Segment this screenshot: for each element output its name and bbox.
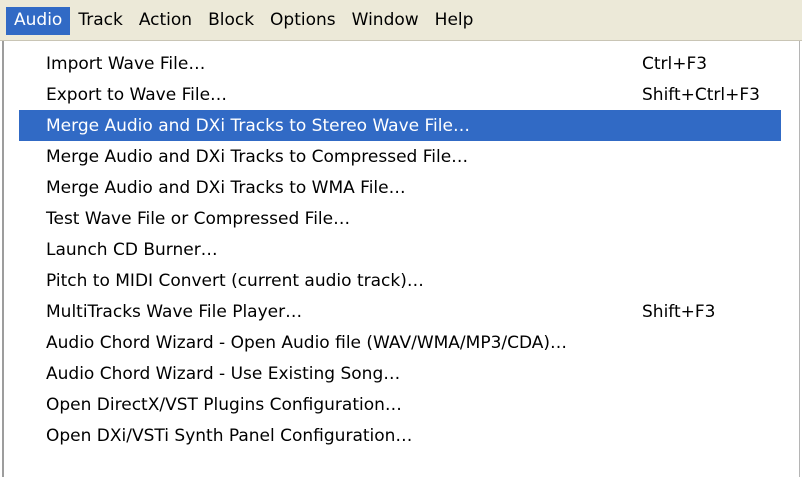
menu-item-label: Audio Chord Wizard - Use Existing Song… (46, 363, 401, 384)
menu-action[interactable]: Action (131, 7, 200, 35)
menu-item-audio-chord-wizard-open[interactable]: Audio Chord Wizard - Open Audio file (WA… (4, 327, 799, 358)
menu-item-dxi-vsti-synth-config[interactable]: Open DXi/VSTi Synth Panel Configuration… (4, 420, 799, 451)
menu-window[interactable]: Window (344, 7, 427, 35)
menu-item-import-wave-file[interactable]: Import Wave File… Ctrl+F3 (4, 48, 799, 79)
menu-track[interactable]: Track (70, 7, 130, 35)
menu-item-label: Export to Wave File… (46, 84, 228, 105)
menu-block[interactable]: Block (200, 7, 262, 35)
menu-item-merge-stereo-wave[interactable]: Merge Audio and DXi Tracks to Stereo Wav… (19, 110, 781, 141)
menu-item-shortcut: Ctrl+F3 (642, 53, 708, 74)
menu-item-multitracks-player[interactable]: MultiTracks Wave File Player… Shift+F3 (4, 296, 799, 327)
menu-item-label: MultiTracks Wave File Player… (46, 301, 303, 322)
menu-item-shortcut: Shift+F3 (642, 301, 716, 322)
menu-item-launch-cd-burner[interactable]: Launch CD Burner… (4, 234, 799, 265)
menu-item-label: Open DXi/VSTi Synth Panel Configuration… (46, 425, 413, 446)
menu-item-directx-vst-config[interactable]: Open DirectX/VST Plugins Configuration… (4, 389, 799, 420)
menu-item-label: Import Wave File… (46, 53, 206, 74)
menu-item-shortcut: Shift+Ctrl+F3 (642, 84, 760, 105)
menu-options[interactable]: Options (262, 7, 344, 35)
menu-help[interactable]: Help (427, 7, 482, 35)
menu-item-audio-chord-wizard-existing[interactable]: Audio Chord Wizard - Use Existing Song… (4, 358, 799, 389)
menu-item-label: Launch CD Burner… (46, 239, 218, 260)
menu-bar: Audio Track Action Block Options Window … (0, 0, 802, 41)
menu-item-label: Pitch to MIDI Convert (current audio tra… (46, 270, 424, 291)
menu-audio[interactable]: Audio (6, 7, 71, 35)
menu-item-merge-compressed[interactable]: Merge Audio and DXi Tracks to Compressed… (4, 141, 799, 172)
menu-item-test-wave-file[interactable]: Test Wave File or Compressed File… (4, 203, 799, 234)
menu-item-label: Test Wave File or Compressed File… (46, 208, 351, 229)
menu-item-label: Audio Chord Wizard - Open Audio file (WA… (46, 332, 568, 353)
menu-item-label: Open DirectX/VST Plugins Configuration… (46, 394, 402, 415)
menu-item-pitch-to-midi[interactable]: Pitch to MIDI Convert (current audio tra… (4, 265, 799, 296)
audio-menu-dropdown: Import Wave File… Ctrl+F3 Export to Wave… (2, 41, 800, 477)
menu-item-export-wave-file[interactable]: Export to Wave File… Shift+Ctrl+F3 (4, 79, 799, 110)
menu-item-merge-wma[interactable]: Merge Audio and DXi Tracks to WMA File… (4, 172, 799, 203)
menu-item-label: Merge Audio and DXi Tracks to Stereo Wav… (46, 115, 470, 136)
menu-item-label: Merge Audio and DXi Tracks to WMA File… (46, 177, 406, 198)
menu-item-label: Merge Audio and DXi Tracks to Compressed… (46, 146, 469, 167)
